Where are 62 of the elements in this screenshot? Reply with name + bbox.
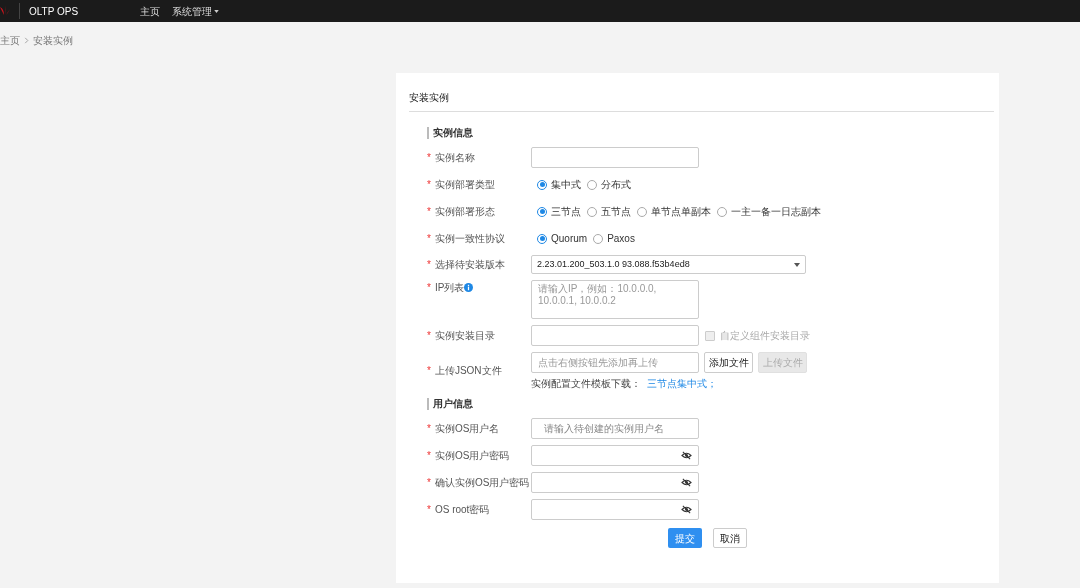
caret-icon	[794, 262, 800, 267]
radio-label: 分布式	[601, 178, 631, 192]
required-mark: *	[427, 449, 431, 463]
field-label: 实例部署形态	[434, 205, 495, 219]
section-title: 用户信息	[427, 398, 999, 410]
radio-label: 一主一备一日志副本	[731, 205, 821, 219]
required-mark: *	[427, 422, 431, 436]
eye-slash-icon[interactable]	[681, 505, 692, 514]
breadcrumb-item[interactable]: 安装实例	[33, 32, 73, 48]
version-select[interactable]: 2.23.01.200_503.1.0 93.088.f53b4ed8	[531, 255, 806, 274]
text-field[interactable]	[531, 147, 699, 168]
password-field[interactable]	[531, 445, 699, 466]
nav-link[interactable]: 系统管理	[172, 3, 220, 19]
chevron-icon	[24, 36, 29, 44]
password-field[interactable]	[531, 499, 699, 520]
nav-link[interactable]: 主页	[140, 3, 161, 19]
radio-label: 单节点单副本	[651, 205, 711, 219]
eye-slash-icon[interactable]	[681, 478, 692, 487]
logo-icon	[0, 5, 10, 17]
field-label: 确认实例OS用户密码	[434, 476, 530, 490]
checkbox-label: 自定义组件安装目录	[720, 329, 810, 343]
required-mark: *	[427, 476, 431, 490]
radio-label: 三节点	[551, 205, 581, 219]
radio-label: 集中式	[551, 178, 581, 192]
template-hint: 实例配置文件模板下载：	[531, 376, 641, 391]
section-title: 实例信息	[427, 127, 999, 139]
password-field[interactable]	[531, 472, 699, 493]
field-label: IP列表	[434, 281, 465, 295]
card-title: 安装实例	[409, 90, 994, 112]
field-label: 实例OS用户名	[434, 422, 500, 436]
field-label: 实例一致性协议	[434, 232, 505, 246]
required-mark: *	[427, 329, 431, 343]
info-icon[interactable]	[464, 283, 474, 292]
radio-label: 五节点	[601, 205, 631, 219]
brand-title: OLTP OPS	[29, 4, 79, 19]
field-label: 实例名称	[434, 151, 475, 165]
required-mark: *	[427, 503, 431, 517]
select-value: 2.23.01.200_503.1.0 93.088.f53b4ed8	[537, 257, 690, 271]
required-mark: *	[427, 281, 431, 295]
field-label: 实例OS用户密码	[434, 449, 510, 463]
required-mark: *	[427, 151, 431, 165]
field-label: 实例安装目录	[434, 329, 495, 343]
required-mark: *	[427, 205, 431, 219]
field-label: 选择待安装版本	[434, 258, 505, 272]
breadcrumb-item[interactable]: 主页	[0, 32, 20, 48]
field-label: 实例部署类型	[434, 178, 495, 192]
field-label: 上传JSON文件	[434, 364, 502, 378]
text-field[interactable]	[531, 325, 699, 346]
required-mark: *	[427, 258, 431, 272]
required-mark: *	[427, 178, 431, 192]
required-mark: *	[427, 364, 431, 378]
file-path-field[interactable]: 点击右侧按钮先添加再上传	[531, 352, 699, 373]
text-field[interactable]: 请输入待创建的实例用户名	[531, 418, 699, 439]
cancel-button[interactable]: 取消	[713, 528, 747, 548]
add-file-button[interactable]: 添加文件	[704, 352, 753, 373]
radio-label: Quorum	[551, 232, 588, 246]
eye-slash-icon[interactable]	[681, 451, 692, 460]
template-link[interactable]: 三节点集中式；	[647, 375, 717, 391]
field-label: OS root密码	[434, 503, 490, 517]
ip-list-field[interactable]: 请输入IP，例如：10.0.0.0, 10.0.0.1, 10.0.0.2	[531, 280, 699, 319]
radio-label: Paxos	[607, 232, 635, 246]
required-mark: *	[427, 232, 431, 246]
